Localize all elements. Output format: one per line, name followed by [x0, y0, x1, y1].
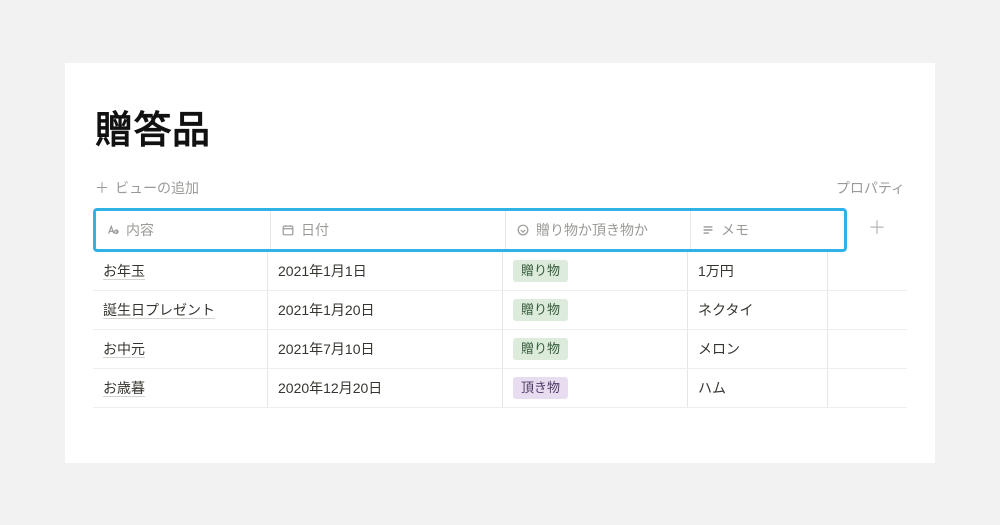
row-trailing-space — [828, 330, 888, 368]
date-property-icon — [281, 223, 295, 237]
cell-name[interactable]: 誕生日プレゼント — [93, 291, 268, 329]
cell-name-text: 誕生日プレゼント — [103, 300, 215, 320]
column-header-label: 内容 — [126, 220, 154, 240]
add-view-button[interactable]: ＋ ビューの追加 — [95, 178, 199, 198]
table-row[interactable]: お歳暮 2020年12月20日頂き物 ハム — [93, 369, 907, 408]
cell-name[interactable]: お年玉 — [93, 252, 268, 290]
select-tag: 贈り物 — [513, 338, 568, 360]
db-toolbar: ＋ ビューの追加 プロパティ — [65, 170, 935, 202]
cell-name[interactable]: お中元 — [93, 330, 268, 368]
cell-memo[interactable]: ネクタイ — [688, 291, 828, 329]
row-trailing-space — [828, 369, 888, 407]
cell-date[interactable]: 2021年7月10日 — [268, 330, 503, 368]
cell-memo[interactable]: メロン — [688, 330, 828, 368]
column-header-memo[interactable]: メモ — [691, 211, 831, 249]
cell-type[interactable]: 贈り物 — [503, 291, 688, 329]
database-page: 贈答品 ＋ ビューの追加 プロパティ 内容 — [65, 63, 935, 463]
cell-type[interactable]: 頂き物 — [503, 369, 688, 407]
properties-button[interactable]: プロパティ — [836, 178, 905, 198]
cell-name[interactable]: お歳暮 — [93, 369, 268, 407]
cell-name-text: お中元 — [103, 339, 145, 359]
plus-icon: ＋ — [868, 214, 886, 240]
database-table: 内容 日付 贈り物か頂き物か — [65, 202, 935, 408]
column-header-name[interactable]: 内容 — [96, 211, 271, 249]
table-row[interactable]: お中元 2021年7月10日贈り物 メロン — [93, 330, 907, 369]
cell-date[interactable]: 2021年1月1日 — [268, 252, 503, 290]
column-header-label: 日付 — [301, 220, 329, 240]
title-property-icon — [106, 223, 120, 237]
select-tag: 贈り物 — [513, 299, 568, 321]
column-header-type[interactable]: 贈り物か頂き物か — [506, 211, 691, 249]
table-row[interactable]: 誕生日プレゼント 2021年1月20日贈り物 ネクタイ — [93, 291, 907, 330]
select-tag: 頂き物 — [513, 377, 568, 399]
column-header-label: メモ — [721, 220, 749, 240]
cell-memo[interactable]: ハム — [688, 369, 828, 407]
cell-date[interactable]: 2020年12月20日 — [268, 369, 503, 407]
row-trailing-space — [828, 252, 888, 290]
cell-memo[interactable]: 1万円 — [688, 252, 828, 290]
text-property-icon — [701, 223, 715, 237]
select-property-icon — [516, 223, 530, 237]
table-header-row: 内容 日付 贈り物か頂き物か — [93, 208, 847, 252]
cell-name-text: お年玉 — [103, 261, 145, 281]
plus-icon: ＋ — [95, 178, 109, 198]
table-row[interactable]: お年玉 2021年1月1日贈り物 1万円 — [93, 252, 907, 291]
cell-type[interactable]: 贈り物 — [503, 330, 688, 368]
cell-type[interactable]: 贈り物 — [503, 252, 688, 290]
add-view-label: ビューの追加 — [115, 178, 199, 198]
add-column-button[interactable]: ＋ — [847, 202, 907, 252]
cell-name-text: お歳暮 — [103, 378, 145, 398]
column-header-date[interactable]: 日付 — [271, 211, 506, 249]
select-tag: 贈り物 — [513, 260, 568, 282]
row-trailing-space — [828, 291, 888, 329]
cell-date[interactable]: 2021年1月20日 — [268, 291, 503, 329]
table-body: お年玉2021年1月1日贈り物1万円誕生日プレゼント2021年1月20日贈り物ネ… — [93, 252, 907, 408]
column-header-label: 贈り物か頂き物か — [536, 220, 648, 240]
page-title[interactable]: 贈答品 — [65, 99, 935, 154]
